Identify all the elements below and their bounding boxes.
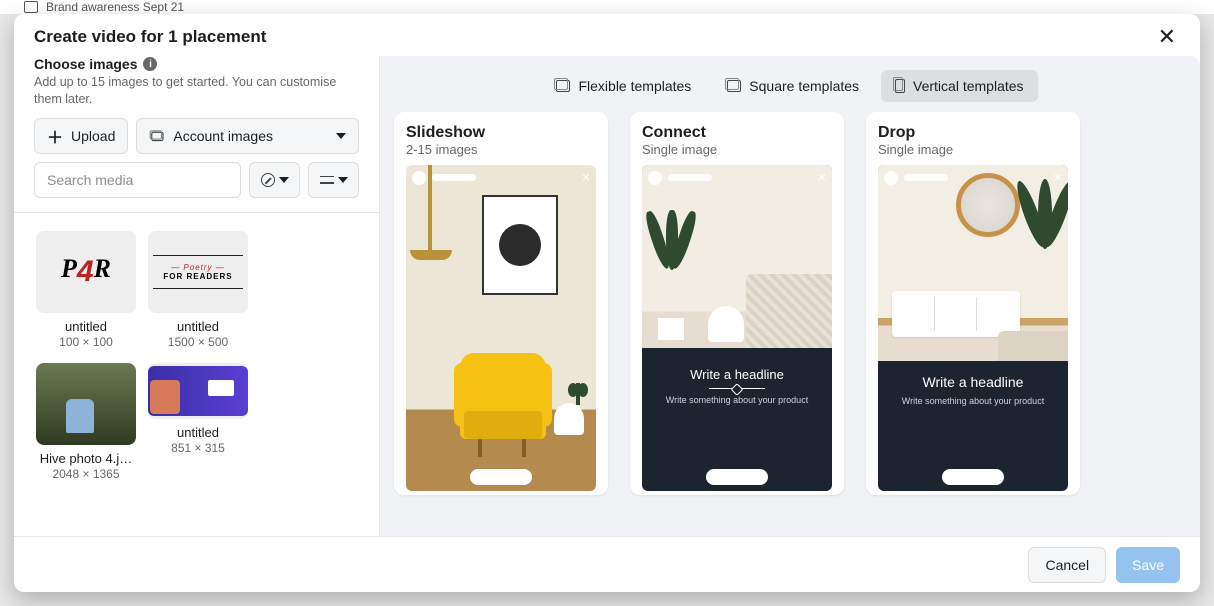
account-images-label: Account images	[173, 128, 273, 144]
chevron-down-icon	[336, 133, 346, 139]
background-breadcrumb-bar: Brand awareness Sept 21	[0, 0, 1214, 14]
name-placeholder	[904, 174, 948, 181]
cta-pill	[470, 469, 532, 485]
media-dimensions: 851 × 315	[171, 441, 225, 455]
cta-pill	[706, 469, 768, 485]
upload-label: Upload	[71, 128, 115, 144]
close-icon: ×	[1054, 170, 1062, 184]
media-item[interactable]: — Poetry —FOR READERS untitled 1500 × 50…	[144, 231, 252, 349]
media-name: untitled	[177, 319, 219, 334]
left-panel: Choose images i Add up to 15 images to g…	[14, 56, 380, 536]
preview-headline: Write a headline Write something about y…	[878, 374, 1068, 406]
choose-images-row: Choose images i	[34, 56, 359, 72]
media-item[interactable]: Hive photo 4.j… 2048 × 1365	[32, 363, 140, 481]
template-title: Drop	[878, 124, 1068, 142]
save-button[interactable]: Save	[1116, 547, 1180, 583]
left-controls: Choose images i Add up to 15 images to g…	[14, 56, 379, 212]
sliders-icon	[320, 175, 334, 185]
tab-vertical-templates[interactable]: Vertical templates	[881, 70, 1038, 102]
create-video-modal: Create video for 1 placement ✕ Choose im…	[14, 14, 1200, 592]
close-icon: ×	[818, 170, 826, 184]
avatar-icon	[412, 171, 426, 185]
tab-label: Flexible templates	[578, 78, 691, 94]
template-title: Slideshow	[406, 124, 596, 142]
media-thumbnail	[36, 363, 136, 445]
upload-button[interactable]: ＋ Upload	[34, 118, 128, 154]
square-icon	[727, 80, 741, 92]
media-thumbnail	[148, 363, 248, 419]
plus-icon: ＋	[47, 124, 63, 148]
template-subtitle: 2-15 images	[406, 142, 596, 157]
name-placeholder	[432, 174, 476, 181]
template-card-drop[interactable]: Drop Single image Write a headline Write…	[866, 112, 1080, 495]
tab-flexible-templates[interactable]: Flexible templates	[542, 70, 705, 102]
right-panel: Flexible templates Square templates Vert…	[380, 56, 1200, 536]
folder-icon	[24, 1, 38, 13]
media-item[interactable]: P4R untitled 100 × 100	[32, 231, 140, 349]
close-icon: ×	[582, 170, 590, 184]
breadcrumb-text: Brand awareness Sept 21	[46, 0, 184, 14]
tab-square-templates[interactable]: Square templates	[713, 70, 873, 102]
name-placeholder	[668, 174, 712, 181]
templates-row: Slideshow 2-15 images ×	[394, 112, 1186, 501]
media-item[interactable]: untitled 851 × 315	[144, 363, 252, 481]
sort-button[interactable]	[308, 162, 359, 198]
templates-scroll[interactable]: Slideshow 2-15 images ×	[380, 112, 1200, 536]
modal-body: Choose images i Add up to 15 images to g…	[14, 56, 1200, 536]
vertical-icon	[895, 79, 905, 93]
avatar-icon	[648, 171, 662, 185]
media-name: Hive photo 4.j…	[40, 451, 133, 466]
modal-footer: Cancel Save	[14, 536, 1200, 592]
account-images-dropdown[interactable]: Account images	[136, 118, 359, 154]
modal-header: Create video for 1 placement ✕	[14, 14, 1200, 56]
close-icon[interactable]: ✕	[1154, 24, 1180, 50]
choose-images-hint: Add up to 15 images to get started. You …	[34, 74, 359, 108]
modal-title: Create video for 1 placement	[34, 27, 266, 47]
cta-pill	[942, 469, 1004, 485]
template-preview: ×	[406, 165, 596, 491]
images-icon	[149, 130, 165, 142]
template-tabs: Flexible templates Square templates Vert…	[380, 70, 1200, 112]
tab-label: Square templates	[749, 78, 859, 94]
info-icon[interactable]: i	[143, 57, 157, 71]
search-input[interactable]	[34, 162, 241, 198]
template-title: Connect	[642, 124, 832, 142]
choose-images-label: Choose images	[34, 56, 137, 72]
template-card-slideshow[interactable]: Slideshow 2-15 images ×	[394, 112, 608, 495]
media-grid: P4R untitled 100 × 100 — Poetry —FOR REA…	[14, 213, 379, 536]
chevron-down-icon	[338, 177, 348, 183]
template-card-connect[interactable]: Connect Single image Write a headline Wr…	[630, 112, 844, 495]
media-dimensions: 2048 × 1365	[52, 467, 119, 481]
upload-source-row: ＋ Upload Account images	[34, 118, 359, 154]
media-thumbnail: P4R	[36, 231, 136, 313]
media-dimensions: 100 × 100	[59, 335, 113, 349]
cancel-button[interactable]: Cancel	[1028, 547, 1106, 583]
no-filter-icon	[261, 173, 275, 187]
template-preview: Write a headline Write something about y…	[878, 165, 1068, 491]
search-row	[34, 162, 359, 198]
media-dimensions: 1500 × 500	[168, 335, 228, 349]
tab-label: Vertical templates	[913, 78, 1024, 94]
chevron-down-icon	[279, 177, 289, 183]
filter-button[interactable]	[249, 162, 300, 198]
template-preview: Write a headline Write something about y…	[642, 165, 832, 491]
template-subtitle: Single image	[878, 142, 1068, 157]
media-thumbnail: — Poetry —FOR READERS	[148, 231, 248, 313]
avatar-icon	[884, 171, 898, 185]
media-name: untitled	[177, 425, 219, 440]
template-subtitle: Single image	[642, 142, 832, 157]
preview-headline: Write a headline Write something about y…	[642, 367, 832, 405]
media-name: untitled	[65, 319, 107, 334]
flexible-icon	[556, 80, 570, 92]
